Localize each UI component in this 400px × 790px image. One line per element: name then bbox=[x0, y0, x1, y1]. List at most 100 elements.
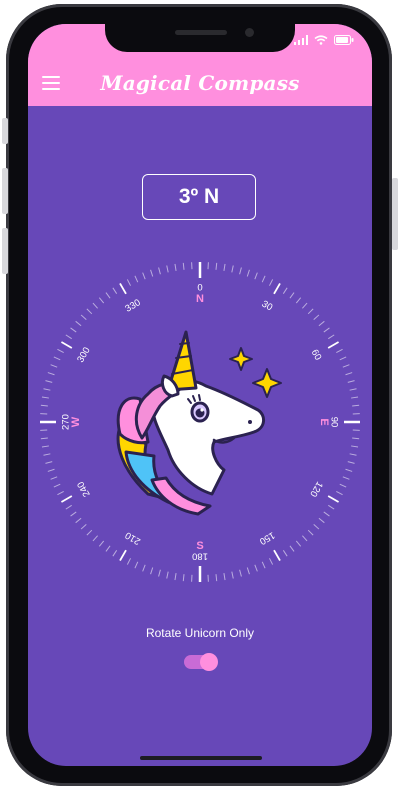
minor-tick bbox=[351, 445, 359, 448]
minor-tick bbox=[239, 569, 242, 577]
app-title: Magical Compass bbox=[100, 71, 300, 95]
minor-tick bbox=[246, 567, 250, 575]
minor-tick bbox=[92, 302, 98, 309]
volume-down-button bbox=[2, 228, 8, 274]
minor-tick bbox=[182, 262, 185, 270]
minor-tick bbox=[318, 320, 325, 327]
sparkle-icon bbox=[252, 368, 282, 398]
minor-tick bbox=[166, 265, 169, 273]
mute-switch bbox=[2, 118, 8, 144]
minor-tick bbox=[239, 267, 242, 275]
minor-tick bbox=[105, 545, 111, 552]
minor-tick bbox=[352, 437, 360, 440]
minor-tick bbox=[282, 550, 288, 557]
minor-tick bbox=[43, 388, 51, 391]
minor-tick bbox=[105, 292, 111, 299]
minor-tick bbox=[269, 279, 274, 286]
minor-tick bbox=[328, 504, 335, 510]
camera bbox=[245, 28, 254, 37]
heading-display: 3º N bbox=[142, 174, 256, 220]
minor-tick bbox=[80, 314, 87, 320]
sparkle-icon bbox=[229, 347, 253, 371]
minor-tick bbox=[150, 269, 154, 277]
minor-tick bbox=[134, 561, 139, 569]
minor-tick bbox=[182, 574, 185, 582]
minor-tick bbox=[289, 545, 295, 552]
status-bar bbox=[294, 35, 354, 45]
degree-label: 240 bbox=[75, 479, 92, 498]
minor-tick bbox=[313, 524, 320, 530]
minor-tick bbox=[215, 262, 218, 270]
minor-tick bbox=[345, 372, 353, 376]
minor-tick bbox=[112, 550, 118, 557]
major-tick bbox=[119, 549, 127, 562]
minor-tick bbox=[339, 483, 347, 488]
minor-tick bbox=[70, 327, 77, 333]
degree-label: 330 bbox=[123, 297, 142, 314]
minor-tick bbox=[349, 388, 357, 391]
minor-tick bbox=[142, 272, 146, 280]
wifi-icon bbox=[314, 35, 328, 45]
minor-tick bbox=[339, 356, 347, 361]
minor-tick bbox=[261, 275, 266, 283]
minor-tick bbox=[336, 348, 343, 353]
minor-tick bbox=[282, 287, 288, 294]
minor-tick bbox=[352, 404, 360, 407]
minor-tick bbox=[223, 573, 226, 581]
minor-tick bbox=[70, 511, 77, 517]
minor-tick bbox=[47, 468, 55, 472]
major-tick bbox=[327, 495, 340, 503]
minor-tick bbox=[40, 437, 48, 440]
minor-tick bbox=[98, 297, 105, 304]
minor-tick bbox=[166, 571, 169, 579]
minor-tick bbox=[47, 372, 55, 376]
minor-tick bbox=[112, 287, 118, 294]
minor-tick bbox=[40, 404, 48, 407]
minor-tick bbox=[86, 529, 93, 536]
degree-label: 210 bbox=[123, 529, 142, 546]
minor-tick bbox=[295, 540, 302, 547]
minor-tick bbox=[323, 327, 330, 333]
minor-tick bbox=[126, 279, 131, 286]
degree-label: 120 bbox=[307, 479, 324, 498]
cardinal-west: W bbox=[70, 416, 82, 427]
minor-tick bbox=[336, 491, 343, 496]
major-tick bbox=[60, 341, 73, 349]
minor-tick bbox=[347, 461, 355, 464]
minor-tick bbox=[223, 263, 226, 271]
minor-tick bbox=[150, 567, 154, 575]
minor-tick bbox=[342, 476, 350, 480]
minor-tick bbox=[313, 314, 320, 320]
minor-tick bbox=[65, 334, 72, 340]
cardinal-south: S bbox=[196, 540, 203, 552]
degree-label: 150 bbox=[257, 529, 276, 546]
minor-tick bbox=[92, 535, 98, 542]
minor-tick bbox=[53, 483, 61, 488]
minor-tick bbox=[351, 396, 359, 399]
degree-label: 60 bbox=[309, 348, 324, 363]
minor-tick bbox=[57, 491, 64, 496]
minor-tick bbox=[80, 524, 87, 530]
rotate-unicorn-toggle[interactable] bbox=[184, 653, 218, 671]
cardinal-east: E bbox=[318, 418, 330, 425]
minor-tick bbox=[323, 511, 330, 517]
minor-tick bbox=[50, 476, 58, 480]
minor-tick bbox=[231, 571, 234, 579]
notch bbox=[105, 24, 295, 52]
toggle-knob[interactable] bbox=[200, 653, 218, 671]
minor-tick bbox=[98, 540, 105, 547]
major-tick bbox=[60, 495, 73, 503]
minor-tick bbox=[269, 558, 274, 565]
minor-tick bbox=[75, 517, 82, 524]
minor-tick bbox=[289, 292, 295, 299]
minor-tick bbox=[254, 564, 258, 572]
major-tick bbox=[327, 341, 340, 349]
degree-label: 30 bbox=[260, 299, 275, 314]
minor-tick bbox=[53, 356, 61, 361]
major-tick bbox=[119, 282, 127, 295]
minor-tick bbox=[50, 364, 58, 368]
rotate-unicorn-label: Rotate Unicorn Only bbox=[145, 626, 255, 640]
minor-tick bbox=[231, 265, 234, 273]
signal-icon bbox=[294, 35, 308, 45]
minor-tick bbox=[347, 380, 355, 383]
